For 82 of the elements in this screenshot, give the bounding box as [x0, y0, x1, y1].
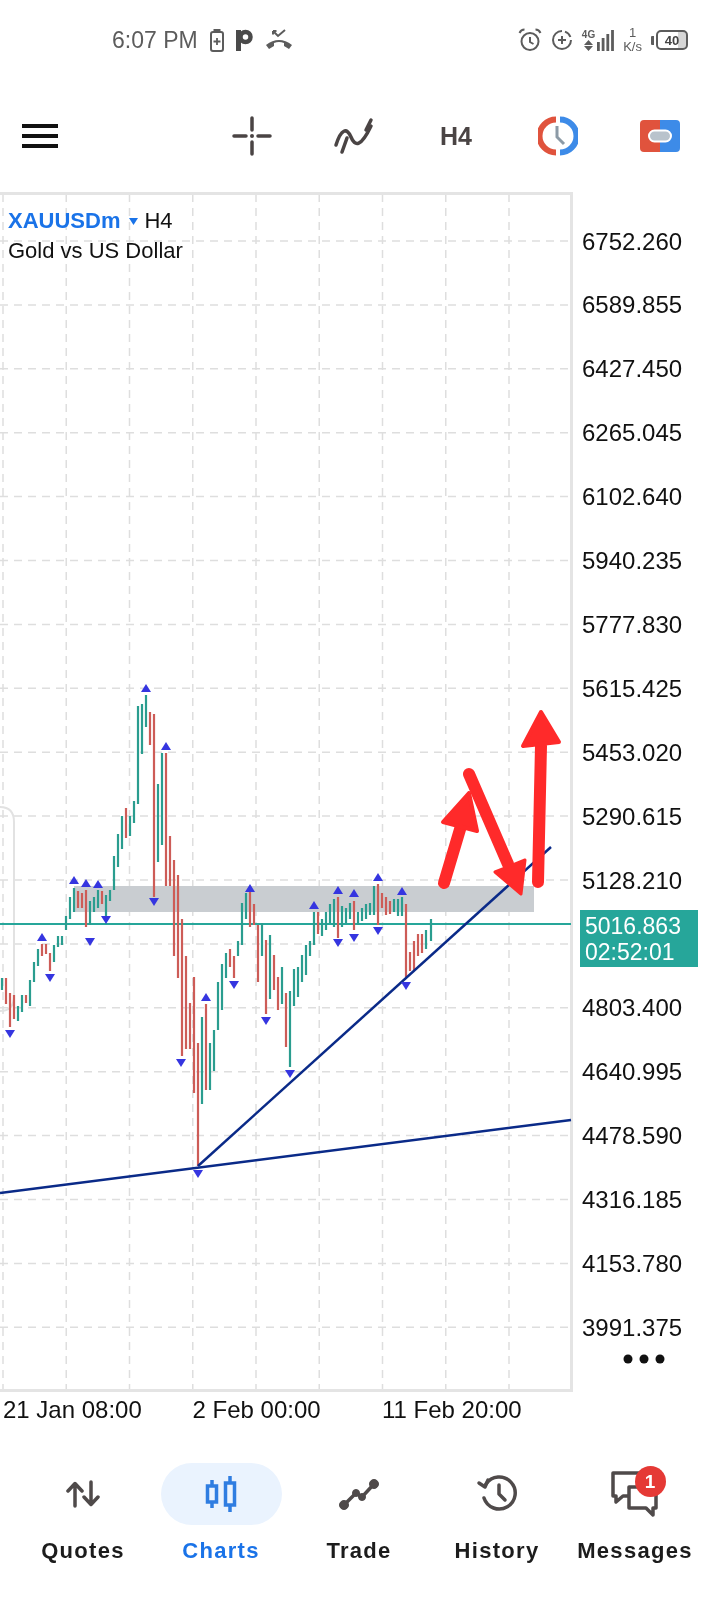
price-axis-label: 6427.450: [582, 355, 683, 383]
line-chart-icon: [339, 1478, 379, 1510]
network-type-label: 4G: [581, 30, 596, 40]
missed-call-icon: [264, 29, 293, 51]
up-marker-icon: [37, 933, 47, 941]
side-panel-tab[interactable]: [0, 806, 15, 1012]
down-marker-icon: [5, 1030, 15, 1038]
up-marker-icon: [201, 993, 211, 1001]
nav-tab[interactable]: 1 Messages: [566, 1463, 704, 1564]
battery-indicator: 40: [651, 30, 688, 50]
price-axis-label: 6265.045: [582, 419, 683, 447]
price-axis-label: 5777.830: [582, 610, 683, 638]
nav-tab[interactable]: Charts: [152, 1463, 290, 1564]
up-down-arrows-icon: [66, 1480, 100, 1508]
down-marker-icon: [229, 981, 239, 989]
down-marker-icon: [101, 916, 111, 924]
down-marker-icon: [149, 898, 159, 906]
price-axis-label: 5453.020: [582, 738, 683, 766]
speed-unit-label: K/s: [623, 40, 642, 54]
down-marker-icon: [261, 1017, 271, 1025]
up-marker-icon: [245, 884, 255, 892]
bar-countdown: 02:52:01: [585, 938, 676, 965]
timeframe-button[interactable]: H4: [440, 121, 472, 151]
symbol-description: Gold vs US Dollar: [8, 238, 183, 264]
nav-tab[interactable]: Trade: [290, 1463, 428, 1564]
history-icon: [476, 1474, 518, 1514]
price-axis-label: 5128.210: [582, 866, 683, 894]
caret-icon[interactable]: [129, 217, 139, 225]
menu-icon[interactable]: [22, 124, 58, 148]
up-marker-icon: [69, 876, 79, 884]
crosshair-icon[interactable]: [232, 116, 272, 156]
up-marker-icon: [373, 873, 383, 881]
down-marker-icon: [333, 939, 343, 947]
up-marker-icon: [309, 901, 319, 909]
data-arrows-icon: [584, 40, 594, 51]
time-axis-label: 21 Jan 08:00: [3, 1395, 142, 1423]
down-marker-icon: [85, 938, 95, 946]
timeframe-label: H4: [144, 208, 173, 234]
price-axis-label: 4478.590: [582, 1122, 683, 1150]
current-price-value: 5016.863: [585, 912, 682, 939]
up-marker-icon: [93, 880, 103, 888]
toggle-tile-icon[interactable]: [640, 120, 680, 152]
clock-ring-icon[interactable]: [538, 116, 578, 156]
candlestick-icon: [205, 1474, 237, 1514]
time-axis-label: 2 Feb 00:00: [192, 1395, 321, 1423]
notification-badge: 1: [634, 1466, 666, 1497]
app-notification-icon: [235, 29, 253, 51]
price-axis-label: 3991.375: [582, 1313, 683, 1341]
up-marker-icon: [141, 684, 151, 692]
symbol-label[interactable]: XAUUSDm: [8, 208, 121, 234]
price-axis-label: 4803.400: [582, 994, 683, 1022]
nav-tab[interactable]: Quotes: [14, 1463, 152, 1564]
price-axis-label: 6752.260: [582, 227, 683, 255]
signal-icon: [597, 29, 615, 51]
clock-time: 6:07 PM: [112, 26, 198, 54]
up-marker-icon: [397, 887, 407, 895]
battery-charging-icon: [209, 28, 224, 52]
up-marker-icon: [333, 886, 343, 894]
wave-line-icon[interactable]: [333, 117, 375, 155]
more-icon[interactable]: [623, 1354, 665, 1364]
alarm-icon: [517, 28, 542, 52]
nav-tab[interactable]: History: [428, 1463, 566, 1564]
speed-value-label: 1: [629, 26, 637, 40]
price-axis-label: 5615.425: [582, 674, 683, 702]
up-marker-icon: [349, 889, 359, 897]
down-marker-icon: [349, 934, 359, 942]
price-axis-label: 4316.185: [582, 1186, 683, 1213]
down-marker-icon: [285, 1070, 295, 1078]
down-marker-icon: [373, 927, 383, 935]
price-axis-label: 5940.235: [582, 547, 683, 574]
up-marker-icon: [161, 742, 171, 750]
price-axis-label: 6589.855: [582, 291, 683, 319]
down-marker-icon: [45, 974, 55, 982]
down-marker-icon: [401, 982, 411, 990]
price-axis-label: 6102.640: [582, 483, 683, 511]
time-axis-label: 11 Feb 20:00: [382, 1395, 522, 1423]
down-marker-icon: [193, 1170, 203, 1178]
price-axis-label: 5290.615: [582, 802, 683, 830]
plus-circle-icon: [550, 29, 573, 51]
price-axis-label: 4640.995: [582, 1058, 683, 1086]
price-axis-label: 4153.780: [582, 1249, 683, 1277]
down-marker-icon: [176, 1059, 186, 1067]
